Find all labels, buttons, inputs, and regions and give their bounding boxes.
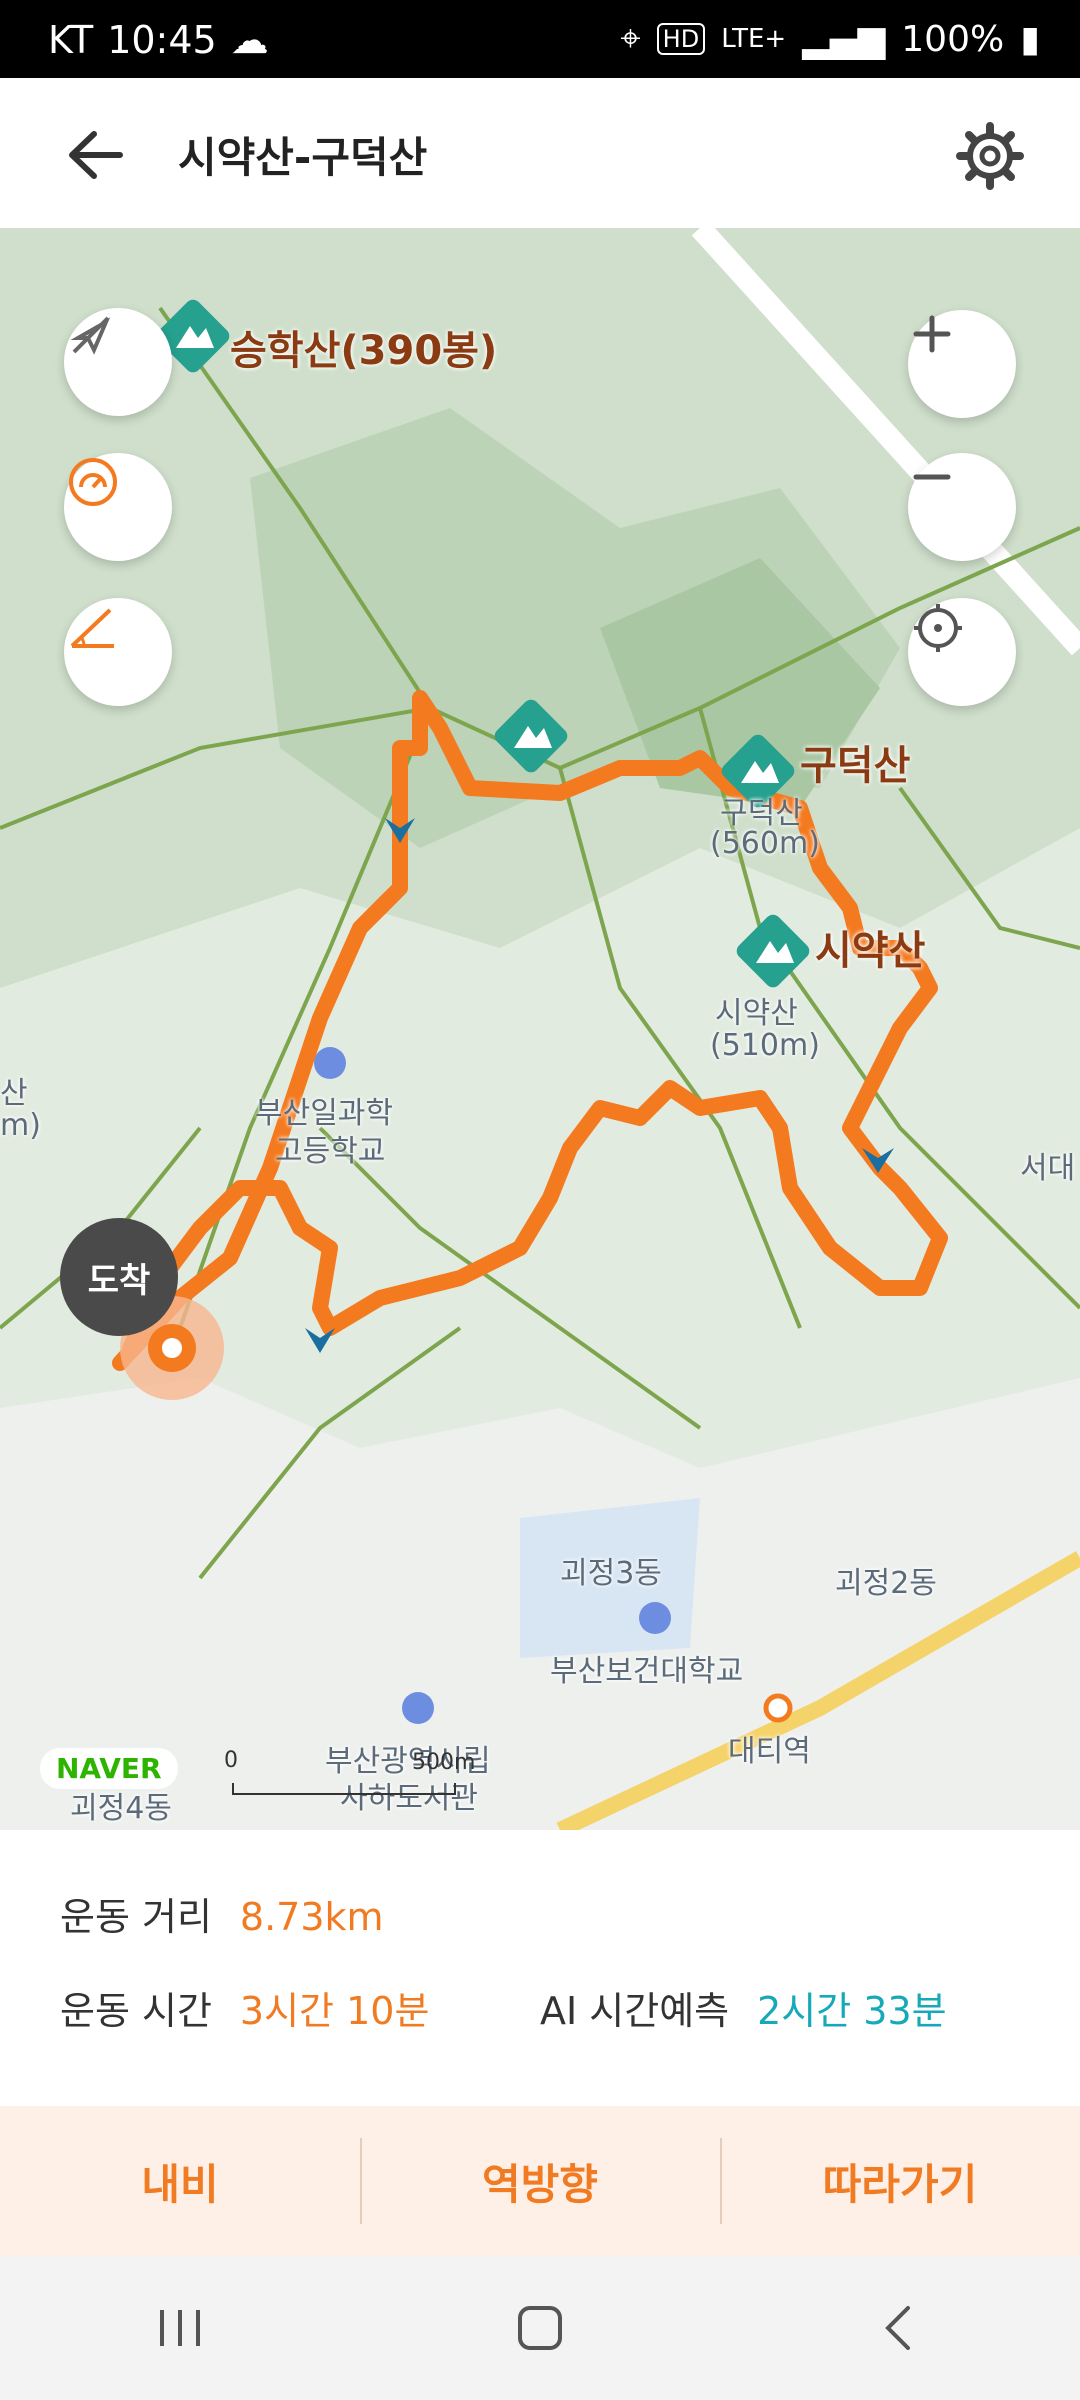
speedometer-icon [69,458,117,506]
tracking-off-button[interactable] [64,308,172,416]
cloud-icon: ☁ [230,18,269,62]
arrival-marker[interactable]: 도착 [60,1218,178,1336]
time-label: 운동 시간 [60,1989,212,2033]
map-label: 괴정3동 [560,1556,662,1591]
hd-badge: HD [656,23,706,55]
action-bar: 내비 역방향 따라가기 [0,2106,1080,2256]
back-icon [885,2306,910,2350]
elevation-button[interactable] [64,598,172,706]
navi-button[interactable]: 내비 [0,2106,360,2256]
recent-apps-button[interactable] [120,2278,240,2378]
slope-icon [70,608,114,648]
time-value: 3시간 10분 [239,1989,430,2033]
distance-label: 운동 거리 [60,1895,212,1939]
navigation-off-icon [70,316,111,355]
zoom-out-button[interactable] [908,453,1016,561]
peak-label-seunghak[interactable]: 승학산(390봉) [230,318,497,376]
location-icon: ⌖ [620,18,641,59]
peak-label-gudeok[interactable]: 구덕산 [800,733,910,791]
clock: 10:45 [107,18,217,62]
crosshair-icon [914,604,962,652]
map-view[interactable]: 승학산(390봉) 구덕산 시약산 구덕산 (560m) 시약산 (510m) … [0,228,1080,1830]
battery-icon: ▮ [1020,18,1040,60]
network-type: LTE+ [721,24,787,54]
peak-label-siyak[interactable]: 시약산 [815,918,925,976]
carrier: KT [48,18,94,62]
ai-label: AI 시간예측 [540,1989,730,2033]
home-icon [518,2306,562,2350]
map-label: 부산보건대학교 [550,1654,744,1689]
my-location-button[interactable] [908,598,1016,706]
recent-apps-icon [160,2310,200,2346]
follow-button[interactable]: 따라가기 [720,2106,1080,2256]
minus-icon [913,474,951,480]
map-label: 고등학교 [275,1134,386,1169]
speed-button[interactable] [64,453,172,561]
map-label: 대티역 [728,1734,811,1769]
summary-panel: 운동 거리 8.73km 운동 시간 3시간 10분 AI 시간예측 2시간 3… [0,1830,1080,2105]
gear-icon [956,122,1024,190]
reverse-button[interactable]: 역방향 [360,2106,720,2256]
naver-logo: NAVER [40,1748,178,1789]
system-nav-bar [0,2256,1080,2400]
ai-value: 2시간 33분 [757,1989,947,2033]
scale-zero: 0 [224,1748,238,1773]
map-label: (510m) [710,1028,820,1063]
signal-icon: ▂▄▆ [802,18,886,60]
scale-label: 500m [412,1750,476,1775]
plus-icon [913,315,951,353]
map-label: 괴정4동 [70,1791,172,1826]
map-label: (560m) [710,826,820,861]
back-button[interactable] [60,120,140,190]
system-back-button[interactable] [840,2278,960,2378]
settings-button[interactable] [950,116,1030,196]
map-label: 산 [0,1076,28,1111]
scale-bar [232,1783,456,1795]
distance-value: 8.73km [239,1895,384,1939]
map-label: 시약산 [715,996,798,1031]
status-bar: KT 10:45 ☁ ⌖ HD LTE+ ▂▄▆ 100% ▮ [0,0,1080,78]
app-header: 시약산-구덕산 [0,78,1080,228]
arrow-left-icon [69,131,123,179]
zoom-in-button[interactable] [908,310,1016,418]
battery-level: 100% [901,18,1005,60]
map-label: m) [0,1108,41,1143]
map-label: 괴정2동 [835,1566,937,1601]
home-button[interactable] [480,2278,600,2378]
page-title: 시약산-구덕산 [178,133,428,182]
map-label: 서대 [1020,1151,1076,1186]
map-label: 사하도서관 [340,1781,478,1816]
